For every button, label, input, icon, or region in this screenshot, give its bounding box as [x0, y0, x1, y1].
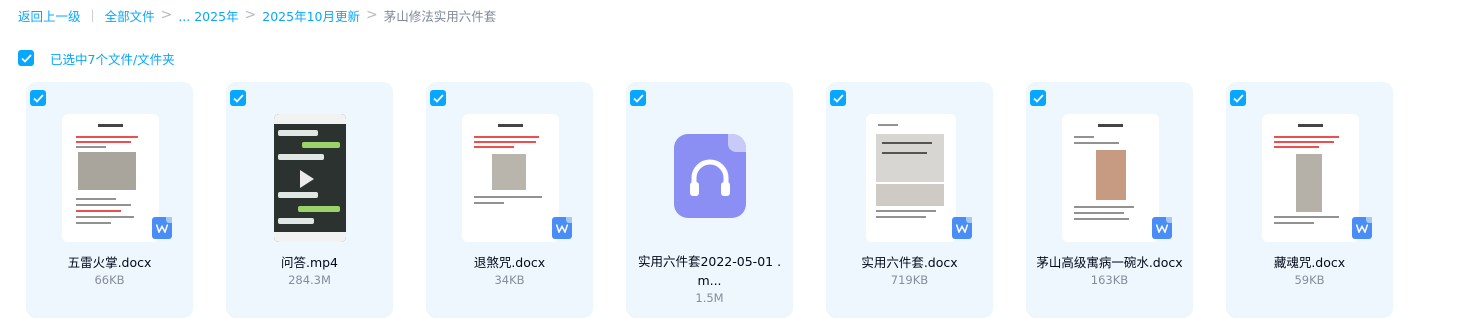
file-checkbox[interactable] — [830, 90, 846, 106]
checkmark-icon — [1232, 93, 1244, 103]
word-icon — [152, 217, 172, 239]
file-name: 藏魂咒.docx — [1273, 255, 1346, 270]
word-icon — [1152, 217, 1172, 239]
file-size: 59KB — [1294, 273, 1325, 287]
file-size: 1.5M — [695, 291, 724, 305]
chevron-right-icon: > — [365, 7, 378, 23]
checkmark-icon — [1032, 93, 1044, 103]
file-name: 五雷火掌.docx — [67, 255, 152, 270]
file-card[interactable]: 藏魂咒.docx 59KB — [1226, 82, 1393, 318]
breadcrumb-item-all-files[interactable]: 全部文件 — [105, 6, 155, 25]
file-size: 719KB — [890, 273, 929, 287]
file-checkbox[interactable] — [1030, 90, 1046, 106]
breadcrumb: 返回上一级 | 全部文件 > ... 2025年 > 2025年10月更新 > … — [18, 6, 496, 24]
file-name: 退煞咒.docx — [473, 255, 546, 270]
file-card[interactable]: 实用六件套2022-05-01 . m... 1.5M — [626, 82, 793, 318]
file-checkbox[interactable] — [230, 90, 246, 106]
back-link[interactable]: 返回上一级 — [18, 6, 81, 25]
checkmark-icon — [32, 93, 44, 103]
breadcrumb-item-2025-10[interactable]: 2025年10月更新 — [262, 6, 360, 25]
checkmark-icon — [432, 93, 444, 103]
file-name: 问答.mp4 — [280, 255, 339, 270]
file-card[interactable]: 茅山高级寓病一碗水.docx 163KB — [1026, 82, 1193, 318]
file-checkbox[interactable] — [1230, 90, 1246, 106]
file-card[interactable]: 五雷火掌.docx 66KB — [26, 82, 193, 318]
file-checkbox[interactable] — [630, 90, 646, 106]
audio-file-icon — [674, 134, 746, 218]
document-thumbnail — [1262, 114, 1359, 242]
breadcrumb-current: 茅山修法实用六件套 — [383, 8, 497, 24]
word-icon — [552, 217, 572, 239]
word-icon — [952, 217, 972, 239]
play-icon — [300, 170, 314, 188]
breadcrumb-item-2025[interactable]: ... 2025年 — [178, 6, 238, 25]
file-size: 34KB — [494, 273, 525, 287]
file-card[interactable]: 实用六件套.docx 719KB — [826, 82, 993, 318]
document-thumbnail — [462, 114, 559, 242]
checkmark-icon — [20, 53, 32, 63]
divider: | — [90, 8, 95, 22]
file-name: 茅山高级寓病一碗水.docx — [1036, 255, 1183, 270]
file-checkbox[interactable] — [30, 90, 46, 106]
file-name-line-2: m... — [697, 273, 722, 288]
document-thumbnail — [1062, 114, 1159, 242]
file-card[interactable]: 问答.mp4 284.3M — [226, 82, 393, 318]
video-thumbnail — [274, 114, 346, 242]
chevron-right-icon: > — [244, 7, 257, 23]
headphones-icon — [690, 159, 730, 196]
file-name-line-1: 实用六件套2022-05-01 . — [637, 254, 782, 269]
file-card[interactable]: 退煞咒.docx 34KB — [426, 82, 593, 318]
file-checkbox[interactable] — [430, 90, 446, 106]
chevron-right-icon: > — [160, 7, 173, 23]
checkmark-icon — [632, 93, 644, 103]
document-thumbnail — [866, 114, 956, 242]
word-icon — [1352, 217, 1372, 239]
selection-count-label: 已选中7个文件/文件夹 — [50, 51, 175, 67]
file-size: 66KB — [94, 273, 125, 287]
file-size: 284.3M — [288, 273, 331, 287]
file-name: 实用六件套2022-05-01 . m... — [632, 252, 787, 290]
file-name: 实用六件套.docx — [861, 255, 958, 270]
select-all-checkbox[interactable] — [18, 50, 34, 66]
checkmark-icon — [232, 93, 244, 103]
document-thumbnail — [62, 114, 159, 242]
file-size: 163KB — [1090, 273, 1129, 287]
selection-bar: 已选中7个文件/文件夹 — [18, 49, 175, 67]
checkmark-icon — [832, 93, 844, 103]
